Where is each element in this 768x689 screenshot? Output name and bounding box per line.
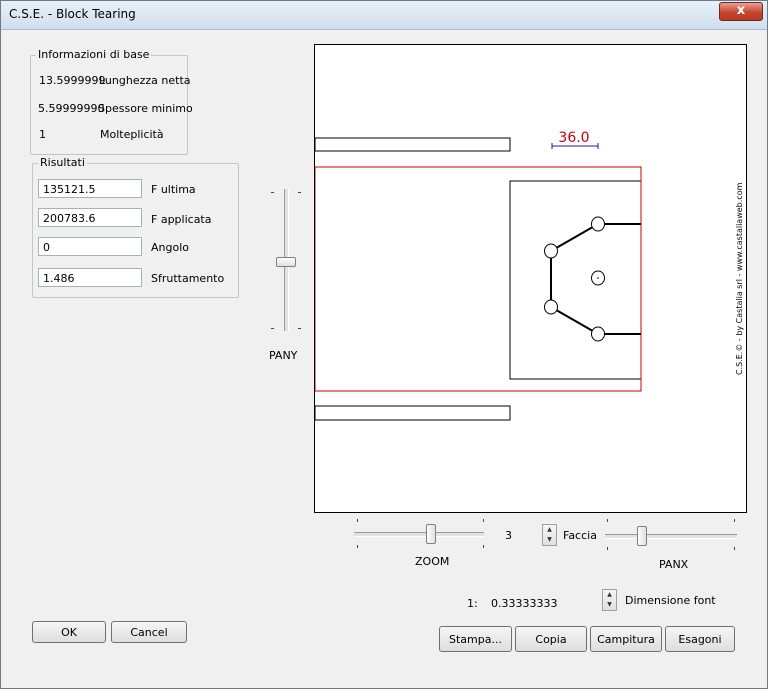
min-thickness-value: 5.59999990 bbox=[38, 102, 105, 115]
utilization-field[interactable]: 1.486 bbox=[38, 268, 142, 287]
drawing-canvas[interactable]: 36.0 C.S.E.© - by Castalia srl - www.cas… bbox=[314, 44, 747, 513]
print-button[interactable]: Stampa... bbox=[439, 626, 512, 652]
min-thickness-label: Spessore minimo bbox=[98, 102, 193, 115]
credit-text: C.S.E.© - by Castalia srl - www.castalia… bbox=[735, 182, 744, 375]
pany-slider-thumb[interactable] bbox=[276, 257, 296, 267]
scale-value: 0.33333333 bbox=[491, 597, 558, 610]
window-title: C.S.E. - Block Tearing bbox=[9, 7, 136, 21]
utilization-label: Sfruttamento bbox=[151, 272, 225, 285]
panx-slider-thumb[interactable] bbox=[637, 526, 647, 546]
title-bar: C.S.E. - Block Tearing x bbox=[1, 1, 767, 30]
upper-flange bbox=[315, 137, 511, 152]
font-size-spinner[interactable]: ▲ ▼ bbox=[602, 589, 617, 611]
ultimate-force-field[interactable]: 135121.5 bbox=[38, 179, 142, 198]
pany-label: PANY bbox=[269, 349, 298, 362]
bolt-hole bbox=[544, 243, 558, 259]
center-dot bbox=[597, 277, 599, 279]
font-size-label: Dimensione font bbox=[625, 594, 716, 607]
faccia-spinner[interactable]: ▲ ▼ bbox=[542, 524, 557, 546]
dialog-window: C.S.E. - Block Tearing x Informazioni di… bbox=[0, 0, 768, 689]
spin-down-icon[interactable]: ▼ bbox=[543, 535, 556, 545]
lower-flange bbox=[315, 405, 511, 421]
block-tearing-drawing: 36.0 C.S.E.© - by Castalia srl - www.cas… bbox=[315, 130, 744, 421]
zoom-value: 3 bbox=[505, 529, 512, 542]
ok-button[interactable]: OK bbox=[32, 621, 106, 643]
hexagon-button[interactable]: Esagoni bbox=[665, 626, 735, 652]
gusset-plate bbox=[509, 180, 642, 380]
zoom-slider[interactable] bbox=[352, 517, 488, 553]
spin-down-icon[interactable]: ▼ bbox=[603, 600, 616, 610]
hatch-button[interactable]: Campitura bbox=[590, 626, 662, 652]
info-group-title: Informazioni di base bbox=[36, 48, 152, 61]
zoom-label: ZOOM bbox=[415, 555, 450, 568]
ultimate-force-label: F ultima bbox=[151, 183, 196, 196]
pany-slider[interactable] bbox=[267, 187, 307, 337]
angle-label: Angolo bbox=[151, 241, 189, 254]
close-button[interactable]: x bbox=[719, 2, 763, 21]
panx-slider[interactable] bbox=[602, 517, 742, 553]
copy-button[interactable]: Copia bbox=[515, 626, 587, 652]
results-group-title: Risultati bbox=[38, 156, 87, 169]
applied-force-field[interactable]: 200783.6 bbox=[38, 208, 142, 227]
faccia-label: Faccia bbox=[563, 529, 597, 542]
bolt-hole bbox=[591, 326, 605, 342]
panx-label: PANX bbox=[659, 558, 689, 571]
scale-prefix: 1: bbox=[467, 597, 478, 610]
angle-field[interactable]: 0 bbox=[38, 237, 142, 256]
spin-up-icon[interactable]: ▲ bbox=[543, 525, 556, 535]
bolt-hole bbox=[544, 299, 558, 315]
dimension-label: 36.0 bbox=[558, 130, 589, 146]
applied-force-label: F applicata bbox=[151, 213, 212, 226]
multiplicity-value: 1 bbox=[39, 128, 46, 141]
spin-up-icon[interactable]: ▲ bbox=[603, 590, 616, 600]
zoom-slider-thumb[interactable] bbox=[426, 524, 436, 544]
net-length-value: 13.5999999 bbox=[39, 74, 106, 87]
cancel-button[interactable]: Cancel bbox=[111, 621, 187, 643]
bolt-hole bbox=[591, 216, 605, 232]
multiplicity-label: Molteplicità bbox=[100, 128, 164, 141]
net-length-label: Lunghezza netta bbox=[99, 74, 191, 87]
